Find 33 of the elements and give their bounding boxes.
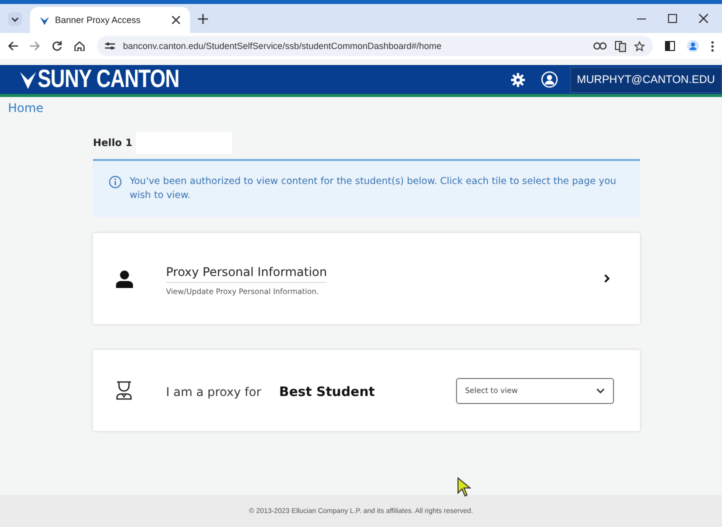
profile-icon[interactable] [687, 40, 699, 52]
student-name: Best Student [279, 385, 375, 400]
new-tab-icon[interactable] [198, 14, 208, 24]
info-text: You've been authorized to view content for the student(s) below. Click each tile to select the page you wish to view. [130, 175, 618, 203]
maximize-icon[interactable] [668, 14, 677, 23]
tile-title[interactable]: Proxy Personal Information [166, 265, 327, 283]
browser-tab[interactable]: Banner Proxy Access [30, 7, 190, 33]
person-icon [116, 270, 133, 288]
info-icon [109, 175, 122, 189]
menu-icon[interactable] [711, 40, 714, 52]
breadcrumb-link[interactable]: Home [0, 97, 722, 119]
close-tab-icon[interactable] [172, 16, 180, 24]
settings-icon[interactable] [510, 72, 525, 86]
forward-icon[interactable] [30, 41, 40, 51]
close-icon[interactable] [699, 14, 708, 23]
proxy-label: I am a proxy for [166, 385, 262, 399]
logo[interactable]: SUNY CANTON [20, 65, 180, 94]
address-bar[interactable]: banconv.canton.edu/StudentSelfService/ssb/studentCommonDashboard#/home [97, 36, 653, 56]
graduate-icon [116, 381, 132, 400]
user-icon[interactable] [540, 71, 558, 88]
back-icon[interactable] [8, 41, 18, 51]
cursor-icon [457, 477, 471, 497]
home-icon[interactable] [74, 41, 85, 51]
reload-icon[interactable] [52, 41, 62, 51]
site-settings-icon[interactable] [105, 42, 115, 50]
dropdown-icon[interactable] [8, 12, 22, 26]
logo-icon [40, 16, 49, 24]
star-icon[interactable] [634, 40, 645, 52]
chevron-down-icon [596, 388, 605, 394]
greeting-text: Hello 1 [93, 138, 132, 148]
user-menu[interactable]: MURPHYT@CANTON.EDU [570, 66, 722, 92]
chevron-right-icon[interactable] [604, 274, 610, 283]
side-panel-icon[interactable] [665, 41, 675, 51]
